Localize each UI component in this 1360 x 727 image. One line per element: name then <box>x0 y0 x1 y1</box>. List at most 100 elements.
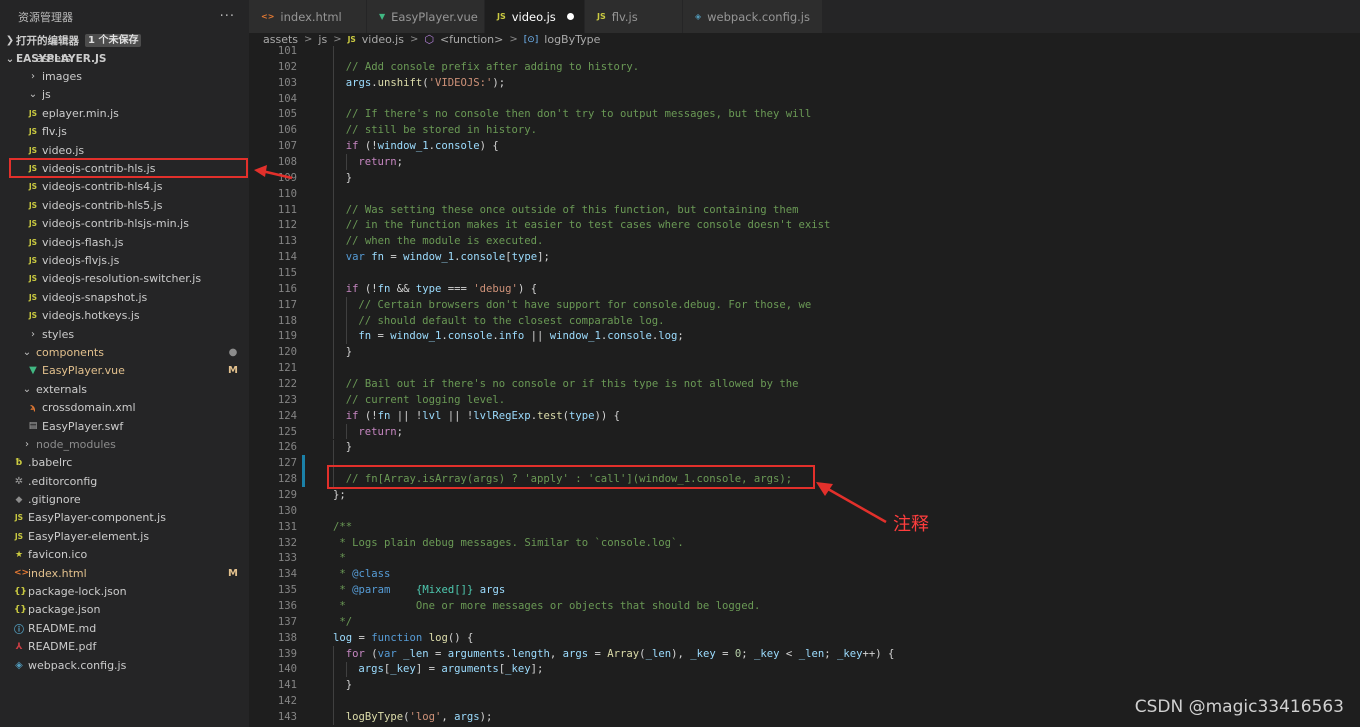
code-line[interactable]: 105 // If there's no console then don't t… <box>249 106 811 122</box>
code-line[interactable]: 132 * Logs plain debug messages. Similar… <box>249 535 684 551</box>
breadcrumb-symbol[interactable]: logByType <box>544 33 600 46</box>
code-line[interactable]: 116 if (!fn && type === 'debug') { <box>249 281 537 297</box>
code-line[interactable]: 136 * One or more messages or objects th… <box>249 598 760 614</box>
tree-item-assets[interactable]: ⌄ assets <box>0 49 249 67</box>
html-file-icon: <> <box>261 12 275 21</box>
tree-item-favicon-ico[interactable]: ★ favicon.ico <box>0 546 249 564</box>
tab-video-js[interactable]: JS video.js <box>485 0 585 33</box>
tree-item-index-html[interactable]: <> index.html M <box>0 564 249 582</box>
breadcrumb-file[interactable]: video.js <box>362 33 404 46</box>
code-line[interactable]: 142 <box>249 693 297 709</box>
code-line[interactable]: 135 * @param {Mixed[]} args <box>249 582 505 598</box>
tree-item-readme-md[interactable]: ⓘ README.md <box>0 619 249 637</box>
code-line[interactable]: 126} <box>249 440 352 456</box>
tree-item-easyplayer-component-js[interactable]: JS EasyPlayer-component.js <box>0 509 249 527</box>
tree-item-eplayer-min-js[interactable]: JS eplayer.min.js <box>0 104 249 122</box>
tree-item-videojs-contrib-hls5-js[interactable]: JS videojs-contrib-hls5.js <box>0 196 249 214</box>
code-line[interactable]: 137 */ <box>249 614 352 630</box>
code-line[interactable]: 121 <box>249 360 297 376</box>
code-line[interactable]: 101 <box>249 46 297 59</box>
code-line[interactable]: 102 // Add console prefix after adding to… <box>249 59 639 75</box>
code-line[interactable]: 130 <box>249 503 297 519</box>
tree-item-package-json[interactable]: {} package.json <box>0 601 249 619</box>
tab-flv-js[interactable]: JS flv.js <box>585 0 683 33</box>
code-line[interactable]: 122 // Bail out if there's no console or … <box>249 376 799 392</box>
code-line[interactable]: 138 log = function log() { <box>249 630 474 646</box>
open-editors-section[interactable]: ❯ 打开的编辑器 1 个未保存 <box>0 32 249 48</box>
code-line[interactable]: 113 // when the module is executed. <box>249 233 544 249</box>
tree-item-easyplayer-vue[interactable]: ▼ EasyPlayer.vue M <box>0 362 249 380</box>
code-line[interactable]: 124 if (!fn || !lvl || !lvlRegExp.test(ty… <box>249 408 620 424</box>
tree-item-gitignore[interactable]: ◆ .gitignore <box>0 490 249 508</box>
tab-webpack-config-js[interactable]: ◈ webpack.config.js <box>683 0 823 33</box>
code-line[interactable]: 143 logByType('log', args); <box>249 709 493 725</box>
tree-item-crossdomain-xml[interactable]: ϡ crossdomain.xml <box>0 398 249 416</box>
code-line[interactable]: 134 * @class <box>249 566 391 582</box>
code-editor[interactable]: 101 102 // Add console prefix after adding… <box>249 46 1360 727</box>
tree-item-easyplayer-swf[interactable]: ▤ EasyPlayer.swf <box>0 417 249 435</box>
code-line[interactable]: 131 /** <box>249 519 352 535</box>
breadcrumb-function[interactable]: <function> <box>440 33 503 46</box>
tree-item-components[interactable]: ⌄ components ● <box>0 343 249 361</box>
code-line[interactable]: 120} <box>249 344 352 360</box>
code-line[interactable]: 103 args.unshift('VIDEOJS:'); <box>249 75 505 91</box>
tree-item-package-lock-json[interactable]: {} package-lock.json <box>0 582 249 600</box>
code-token: || ! <box>390 409 423 422</box>
more-actions-icon[interactable]: ··· <box>220 9 235 24</box>
code-text: * @class <box>333 568 390 580</box>
code-line[interactable]: 128// fn[Array.isArray(args) ? 'apply' :… <box>249 471 792 487</box>
code-token: // Certain browsers don't have support f… <box>358 298 812 311</box>
code-line[interactable]: 117 // Certain browsers don't have suppor… <box>249 297 811 313</box>
code-line[interactable]: 119 fn = window_1.console.info || window_… <box>249 328 684 344</box>
code-line[interactable]: 114 var fn = window_1.console[type]; <box>249 249 550 265</box>
tree-item-video-js[interactable]: JS video.js <box>0 141 249 159</box>
breadcrumb-js[interactable]: js <box>318 33 327 46</box>
tree-item-js[interactable]: ⌄ js <box>0 86 249 104</box>
code-line[interactable]: 107 if (!window_1.console) { <box>249 138 499 154</box>
tree-item-externals[interactable]: ⌄ externals <box>0 380 249 398</box>
tree-item-videojs-contrib-hls4-js[interactable]: JS videojs-contrib-hls4.js <box>0 178 249 196</box>
tree-item-editorconfig[interactable]: ✲ .editorconfig <box>0 472 249 490</box>
code-text: // Was setting these once outside of thi… <box>346 204 799 216</box>
tree-item-videojs-hotkeys-js[interactable]: JS videojs.hotkeys.js <box>0 306 249 324</box>
breadcrumb-assets[interactable]: assets <box>263 33 298 46</box>
tree-item-videojs-resolution-switcher-js[interactable]: JS videojs-resolution-switcher.js <box>0 270 249 288</box>
tree-item-videojs-flash-js[interactable]: JS videojs-flash.js <box>0 233 249 251</box>
code-line[interactable]: 133 * <box>249 551 346 567</box>
tree-item-easyplayer-element-js[interactable]: JS EasyPlayer-element.js <box>0 527 249 545</box>
tab-index-html[interactable]: <> index.html <box>249 0 367 33</box>
star-icon: ★ <box>14 549 24 560</box>
tree-item-webpack-config-js[interactable]: ◈ webpack.config.js <box>0 656 249 674</box>
line-number: 117 <box>277 298 297 311</box>
tree-item-flv-js[interactable]: JS flv.js <box>0 123 249 141</box>
code-line[interactable]: 110 <box>249 186 297 202</box>
code-line[interactable]: 115 <box>249 265 297 281</box>
tree-item-videojs-contrib-hlsjs-min-js[interactable]: JS videojs-contrib-hlsjs-min.js <box>0 215 249 233</box>
unsaved-dot-icon[interactable] <box>567 13 574 20</box>
indent-guide <box>345 661 347 678</box>
code-line[interactable]: 104 <box>249 91 297 107</box>
tree-item-babelrc[interactable]: ƀ .babelrc <box>0 454 249 472</box>
indent-guide <box>333 169 334 186</box>
tree-item-readme-pdf[interactable]: ⅄ README.pdf <box>0 638 249 656</box>
js-file-icon: JS <box>28 182 38 192</box>
code-line[interactable]: 123 // current logging level. <box>249 392 505 408</box>
code-line[interactable]: 125 return; <box>249 424 403 440</box>
tree-item-node-modules[interactable]: › node_modules <box>0 435 249 453</box>
code-line[interactable]: 129}; <box>249 487 346 503</box>
code-line[interactable]: 139 for (var _len = arguments.length, arg… <box>249 646 895 662</box>
code-line[interactable]: 106 // still be stored in history. <box>249 122 537 138</box>
code-line[interactable]: 112 // in the function makes it easier to… <box>249 217 831 233</box>
tree-item-videojs-flvjs-js[interactable]: JS videojs-flvjs.js <box>0 251 249 269</box>
tree-item-videojs-snapshot-js[interactable]: JS videojs-snapshot.js <box>0 288 249 306</box>
code-line[interactable]: 127 <box>249 455 297 471</box>
tree-item-images[interactable]: › images <box>0 67 249 85</box>
tab-easyplayer-vue[interactable]: ▼ EasyPlayer.vue <box>367 0 485 33</box>
code-token: _key <box>505 663 531 676</box>
tree-item-styles[interactable]: › styles <box>0 325 249 343</box>
tree-item-label: videojs-contrib-hls4.js <box>42 180 163 194</box>
code-line[interactable]: 111 // Was setting these once outside of … <box>249 202 799 218</box>
code-line[interactable]: 140 args[_key] = arguments[_key]; <box>249 662 544 678</box>
code-line[interactable]: 141} <box>249 677 352 693</box>
code-line[interactable]: 118 // should default to the closest comp… <box>249 313 665 329</box>
